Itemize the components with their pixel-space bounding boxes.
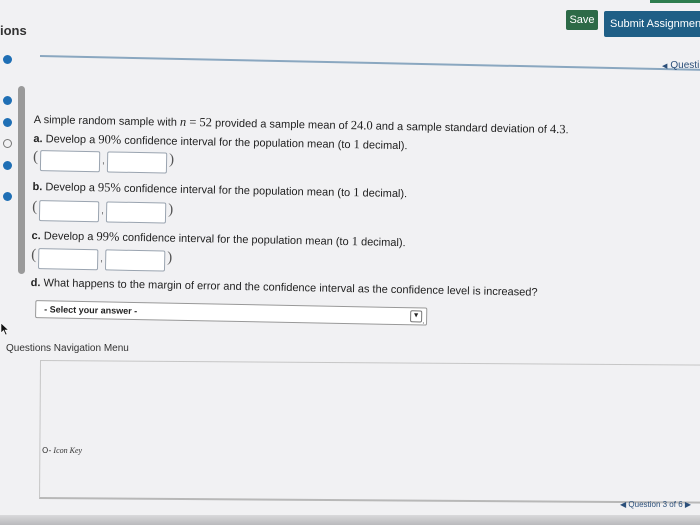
- question-dot[interactable]: [3, 161, 12, 170]
- open-paren: (: [32, 198, 38, 216]
- close-paren: ): [167, 201, 174, 218]
- open-paren: (: [32, 148, 39, 166]
- open-paren: (: [31, 246, 37, 264]
- part-a-prompt: a. Develop a 90% confidence interval for…: [33, 132, 408, 153]
- close-paren: ): [168, 151, 175, 168]
- part-b-upper-input[interactable]: [105, 201, 167, 224]
- previous-question-link[interactable]: ◀ Questi: [662, 60, 699, 71]
- part-c-upper-input[interactable]: [104, 249, 166, 272]
- triangle-right-icon: ▶: [684, 500, 692, 509]
- comma-separator: ,: [101, 205, 105, 217]
- part-a-lower-input[interactable]: [39, 150, 101, 173]
- part-a-upper-input[interactable]: [106, 151, 168, 174]
- triangle-left-icon: ◀: [662, 63, 668, 70]
- part-c-prompt: c. Develop a 99% confidence interval for…: [31, 229, 406, 250]
- key-icon: O-: [42, 446, 52, 455]
- question-content: A simple random sample with n = 52 provi…: [31, 112, 634, 327]
- save-button[interactable]: Save: [566, 10, 598, 30]
- navigation-panel: [39, 360, 700, 504]
- mouse-cursor-icon: [0, 322, 10, 336]
- question-counter[interactable]: ◀ Question 3 of 6 ▶: [620, 500, 691, 509]
- part-d-prompt: d. What happens to the margin of error a…: [30, 276, 538, 299]
- comma-separator: ,: [100, 253, 104, 265]
- question-dot[interactable]: [3, 96, 12, 105]
- bottom-edge: [0, 515, 700, 525]
- icon-key[interactable]: O- Icon Key: [42, 446, 82, 455]
- chevron-down-icon: ▼: [410, 310, 423, 323]
- select-trailing-period: .: [421, 315, 425, 327]
- question-dot[interactable]: [3, 118, 12, 127]
- comma-separator: ,: [101, 155, 105, 167]
- header-divider: [39, 55, 700, 72]
- close-paren: ): [167, 249, 173, 266]
- part-d-answer-select[interactable]: - Select your answer - ▼: [35, 300, 428, 326]
- submit-assignment-button[interactable]: Submit Assignment f: [604, 11, 700, 37]
- question-dot-current[interactable]: [3, 139, 12, 148]
- question-dot[interactable]: [3, 55, 12, 64]
- triangle-left-icon: ◀: [620, 500, 627, 509]
- section-label: ions: [0, 23, 27, 38]
- question-dot[interactable]: [3, 192, 12, 201]
- part-b-prompt: b. Develop a 95% confidence interval for…: [32, 180, 408, 201]
- scrollbar-thumb[interactable]: [18, 86, 25, 274]
- questions-navigation-menu[interactable]: Questions Navigation Menu: [6, 343, 129, 354]
- part-b-lower-input[interactable]: [38, 200, 100, 223]
- part-c-lower-input[interactable]: [37, 248, 99, 271]
- top-accent-bar: [650, 0, 700, 3]
